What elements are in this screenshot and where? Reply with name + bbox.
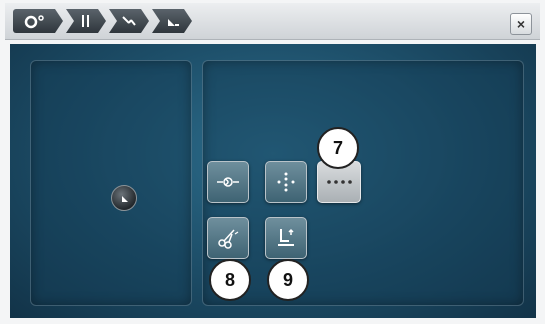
right-panel: 7 8 9 [202, 60, 524, 306]
callout-9: 9 [267, 259, 309, 301]
title-bar: × [5, 3, 540, 40]
securing-button[interactable] [207, 161, 249, 203]
callout-8: 8 [209, 259, 251, 301]
breadcrumb [13, 9, 195, 33]
needle-position-button[interactable] [265, 161, 307, 203]
dotted-line-icon [327, 180, 352, 184]
thread-cutter-button[interactable] [207, 217, 249, 259]
foot-position-icon [163, 13, 181, 29]
presser-foot-up-button[interactable] [265, 217, 307, 259]
securing-stitch-icon [217, 177, 239, 187]
window: × 7 8 9 [0, 0, 545, 324]
breadcrumb-needle-stop[interactable] [109, 9, 149, 33]
callout-7: 7 [317, 127, 359, 169]
needle-position-dots-icon [277, 172, 295, 192]
feed-dog-icon [79, 13, 93, 29]
breadcrumb-feed-dog[interactable] [66, 9, 106, 33]
main-screen: 7 8 9 [10, 44, 536, 318]
breadcrumb-foot-pressure[interactable] [13, 9, 63, 33]
close-icon: × [516, 16, 526, 32]
needle-stop-icon [120, 13, 138, 29]
presser-foot-icon [122, 193, 128, 202]
breadcrumb-foot-position[interactable] [152, 9, 192, 33]
presser-foot-lift-icon [278, 228, 294, 246]
close-button[interactable]: × [510, 13, 532, 35]
presser-foot-position-button[interactable] [111, 185, 137, 211]
left-panel [30, 60, 192, 306]
scissors-icon [218, 229, 239, 249]
foot-pressure-icon [22, 13, 54, 29]
